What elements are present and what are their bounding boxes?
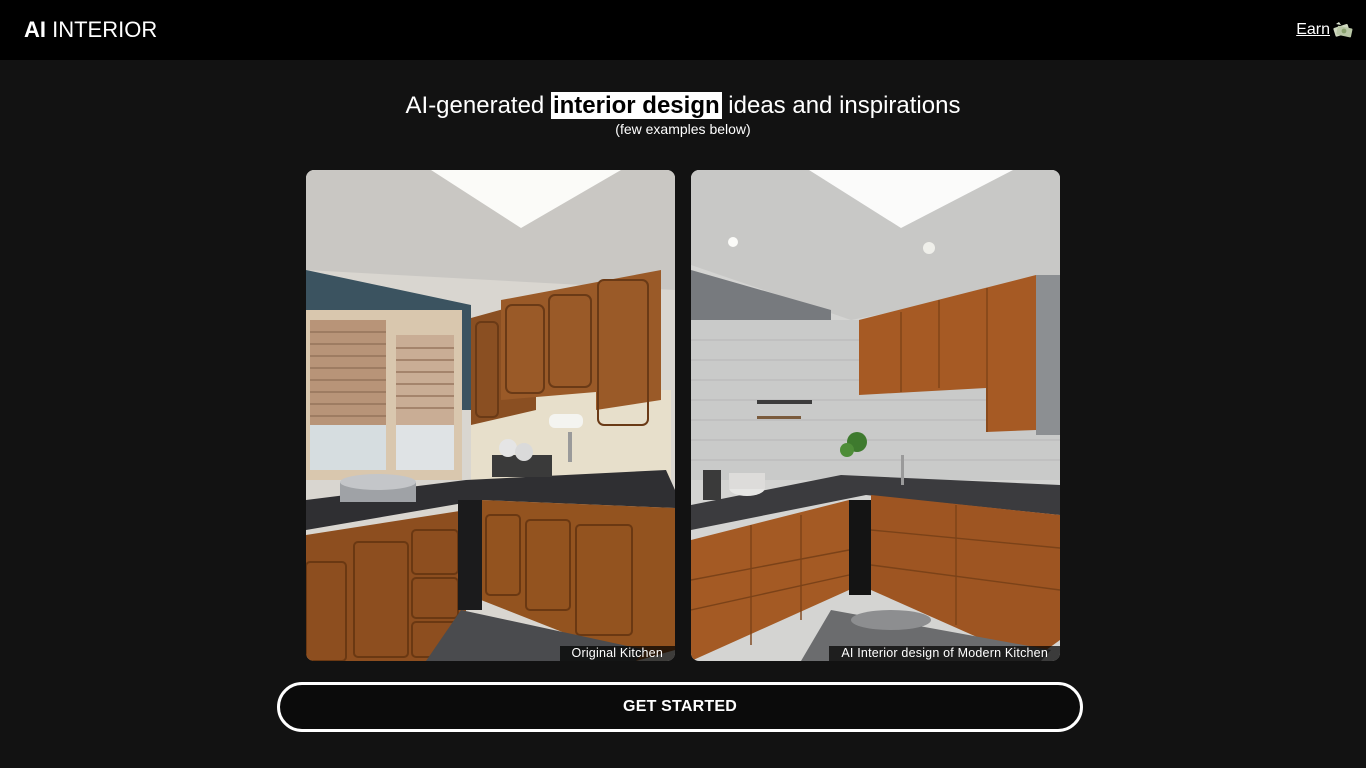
earn-link[interactable]: Earn — [1296, 20, 1354, 40]
headline-text-after: ideas and inspirations — [721, 92, 961, 119]
logo-bold-text: AI — [24, 17, 46, 42]
example-card-original: Original Kitchen — [306, 170, 675, 661]
site-logo[interactable]: AI INTERIOR — [24, 17, 157, 43]
money-icon — [1332, 21, 1354, 39]
headline-text-before: AI-generated — [405, 92, 551, 119]
example-caption-original: Original Kitchen — [559, 646, 675, 661]
page-headline: AI-generated interior design ideas and i… — [0, 90, 1366, 122]
ai-modern-kitchen-image — [691, 170, 1060, 661]
example-card-ai: AI Interior design of Modern Kitchen — [691, 170, 1060, 661]
original-kitchen-image — [306, 170, 675, 661]
example-caption-ai: AI Interior design of Modern Kitchen — [829, 646, 1060, 661]
headline-highlight: interior design — [550, 92, 722, 119]
get-started-button[interactable]: GET STARTED — [277, 682, 1083, 732]
top-navbar: AI INTERIOR Earn — [0, 0, 1366, 60]
earn-label: Earn — [1296, 21, 1330, 38]
headline-subtitle: (few examples below) — [615, 121, 751, 137]
logo-text: INTERIOR — [46, 17, 158, 42]
